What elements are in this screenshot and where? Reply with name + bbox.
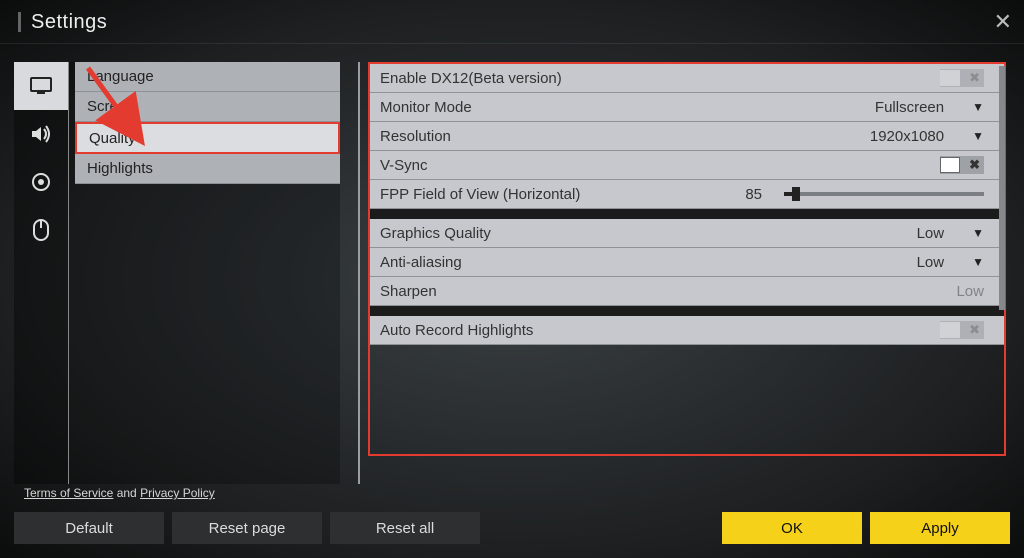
content: Enable DX12(Beta version) ✖ Monitor Mode…	[358, 62, 1010, 484]
row-label: Resolution	[380, 128, 451, 145]
toggle-dx12[interactable]: ✖	[940, 69, 984, 87]
link-privacy[interactable]: Privacy Policy	[140, 486, 215, 500]
dropdown-graphics-quality[interactable]: Low ▼	[917, 225, 984, 242]
default-button[interactable]: Default	[14, 512, 164, 544]
toggle-auto-record[interactable]: ✖	[940, 321, 984, 339]
submenu-label: Screen	[87, 98, 135, 115]
row-graphics-quality[interactable]: Graphics Quality Low ▼	[370, 219, 1004, 248]
section-divider	[370, 306, 1004, 316]
row-label: Sharpen	[380, 283, 437, 300]
row-label: FPP Field of View (Horizontal)	[380, 186, 580, 203]
icon-rail	[14, 62, 68, 484]
chevron-down-icon: ▼	[972, 255, 984, 269]
reset-all-button[interactable]: Reset all	[330, 512, 480, 544]
row-sharpen: Sharpen Low	[370, 277, 1004, 306]
submenu-label: Language	[87, 68, 154, 85]
submenu-label: Highlights	[87, 160, 153, 177]
apply-button[interactable]: Apply	[870, 512, 1010, 544]
body: Language Screen Quality Highlights Enabl…	[0, 44, 1024, 484]
link-tos[interactable]: Terms of Service	[24, 486, 113, 500]
dropdown-value: Low	[917, 254, 945, 271]
row-anti-aliasing[interactable]: Anti-aliasing Low ▼	[370, 248, 1004, 277]
chevron-down-icon: ▼	[972, 129, 984, 143]
dropdown-monitor-mode[interactable]: Fullscreen ▼	[875, 99, 984, 116]
dropdown-value: 1920x1080	[870, 128, 944, 145]
reset-page-button[interactable]: Reset page	[172, 512, 322, 544]
settings-panel: Enable DX12(Beta version) ✖ Monitor Mode…	[368, 62, 1006, 456]
row-fov: FPP Field of View (Horizontal) 85	[370, 180, 1004, 209]
submenu-item-screen[interactable]: Screen	[75, 92, 340, 122]
rail-display-icon[interactable]	[14, 62, 68, 110]
row-label: Monitor Mode	[380, 99, 472, 116]
row-label: Auto Record Highlights	[380, 322, 533, 339]
slider-track[interactable]	[784, 192, 984, 196]
chevron-down-icon: ▼	[972, 226, 984, 240]
submenu-label: Quality	[89, 130, 136, 147]
submenu-item-language[interactable]: Language	[75, 62, 340, 92]
legal-links: Terms of Service and Privacy Policy	[24, 486, 215, 500]
row-enable-dx12: Enable DX12(Beta version) ✖	[370, 64, 1004, 93]
chevron-down-icon: ▼	[972, 100, 984, 114]
dropdown-value: Low	[917, 225, 945, 242]
slider-fov[interactable]: 85	[745, 186, 984, 203]
submenu-item-quality[interactable]: Quality	[75, 122, 340, 154]
rail-mouse-icon[interactable]	[14, 206, 68, 254]
row-label: Enable DX12(Beta version)	[380, 70, 562, 87]
scrollbar[interactable]	[999, 66, 1005, 310]
row-resolution[interactable]: Resolution 1920x1080 ▼	[370, 122, 1004, 151]
row-auto-record: Auto Record Highlights ✖	[370, 316, 1004, 345]
legal-and: and	[113, 486, 140, 500]
slider-value: 85	[745, 186, 762, 203]
readonly-value: Low	[956, 283, 984, 300]
row-vsync: V-Sync ✖	[370, 151, 1004, 180]
close-icon[interactable]: ✕	[994, 9, 1012, 35]
row-label: Graphics Quality	[380, 225, 491, 242]
page-title: Settings	[18, 12, 107, 32]
titlebar: Settings ✕	[0, 0, 1024, 44]
ok-button[interactable]: OK	[722, 512, 862, 544]
row-label: Anti-aliasing	[380, 254, 462, 271]
rail-accessibility-icon[interactable]	[14, 158, 68, 206]
section-divider	[370, 209, 1004, 219]
dropdown-resolution[interactable]: 1920x1080 ▼	[870, 128, 984, 145]
dropdown-anti-aliasing[interactable]: Low ▼	[917, 254, 984, 271]
footer: Default Reset page Reset all OK Apply	[14, 512, 1010, 544]
dropdown-value: Fullscreen	[875, 99, 944, 116]
row-label: V-Sync	[380, 157, 428, 174]
rail-audio-icon[interactable]	[14, 110, 68, 158]
toggle-vsync[interactable]: ✖	[940, 156, 984, 174]
row-monitor-mode[interactable]: Monitor Mode Fullscreen ▼	[370, 93, 1004, 122]
submenu: Language Screen Quality Highlights	[68, 62, 340, 484]
submenu-item-highlights[interactable]: Highlights	[75, 154, 340, 184]
